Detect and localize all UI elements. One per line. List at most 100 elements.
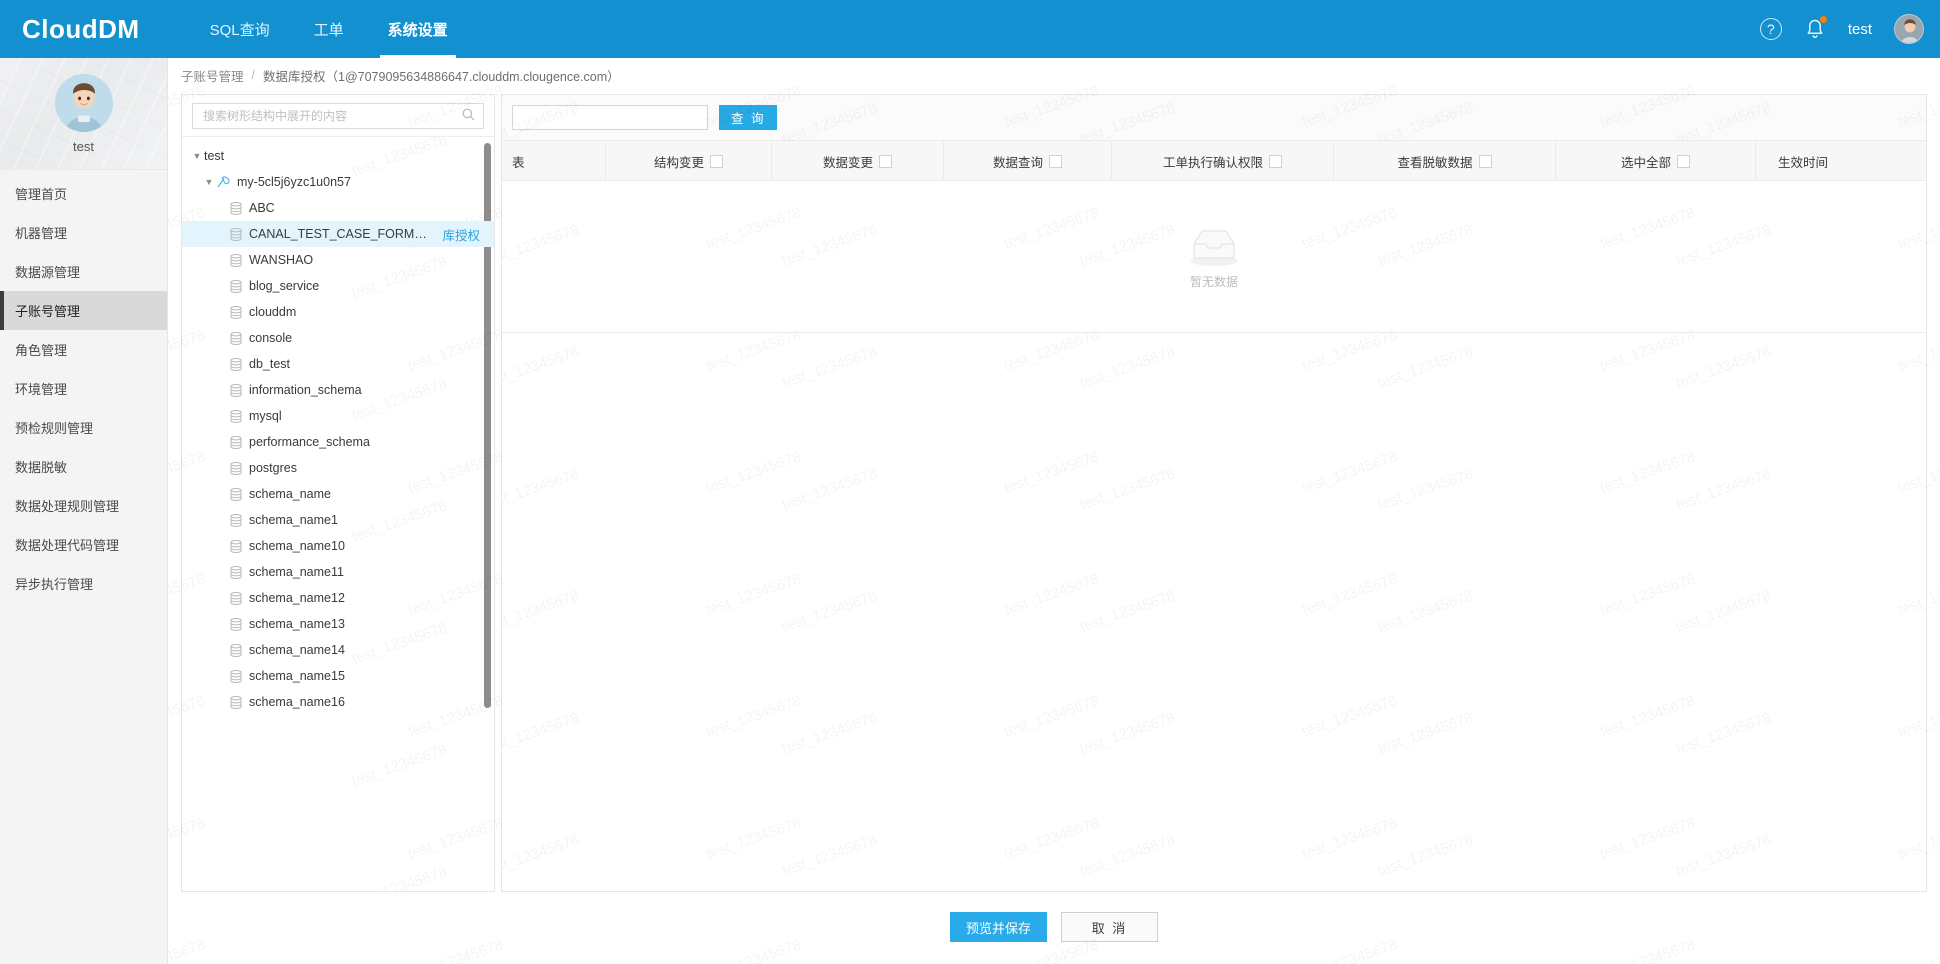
tree-node-label: WANSHAO	[249, 253, 314, 267]
tree-node-database[interactable]: schema_name12	[182, 585, 494, 611]
sidebar-item-subaccount[interactable]: 子账号管理	[0, 291, 167, 330]
query-button[interactable]: 查 询	[719, 105, 778, 130]
table-header-cell: 数据查询	[944, 141, 1112, 181]
tree-node-database[interactable]: blog_service	[182, 273, 494, 299]
tab-sql-query-label: SQL查询	[209, 21, 270, 39]
cancel-button[interactable]: 取 消	[1061, 912, 1158, 942]
tree-node-database[interactable]: WANSHAO	[182, 247, 494, 273]
breadcrumb-parent[interactable]: 子账号管理	[181, 66, 244, 85]
table-header-label: 查看脱敏数据	[1397, 155, 1473, 170]
tree-node-database[interactable]: schema_name10	[182, 533, 494, 559]
tree-node-database[interactable]: schema_name1	[182, 507, 494, 533]
tree-node-database[interactable]: CANAL_TEST_CASE_FORM… 库授权	[182, 221, 494, 247]
sidebar-avatar[interactable]	[54, 73, 113, 132]
sidebar-item-machine[interactable]: 机器管理	[0, 213, 167, 252]
sidebar-item-dashboard[interactable]: 管理首页	[0, 174, 167, 213]
tab-work-order-label: 工单	[313, 21, 344, 39]
table-filter-input[interactable]	[512, 105, 708, 130]
database-icon	[230, 435, 242, 449]
breadcrumb: 子账号管理 / 数据库授权（1@7079095634886647.clouddm…	[168, 58, 1940, 92]
table-header-label: 数据查询	[992, 155, 1043, 170]
sidebar-item-async-exec[interactable]: 异步执行管理	[0, 564, 167, 603]
database-icon	[230, 357, 242, 371]
sidebar-username: test	[73, 138, 94, 154]
grant-database-permission-link[interactable]: 库授权	[442, 225, 480, 244]
table-filter-bar: 查 询	[502, 95, 1926, 141]
tree-node-database[interactable]: performance_schema	[182, 429, 494, 455]
table-header-cell: 结构变更	[606, 141, 772, 181]
notification-dot	[1819, 16, 1827, 23]
select-all-checkbox[interactable]	[879, 154, 892, 168]
tree-node-database[interactable]: clouddm	[182, 299, 494, 325]
sidebar-item-label: 预检规则管理	[15, 421, 94, 436]
database-icon	[230, 461, 242, 475]
database-icon	[230, 513, 242, 527]
tree-node-database[interactable]: schema_name15	[182, 663, 494, 689]
avatar[interactable]	[1894, 14, 1924, 44]
sidebar-item-data-code[interactable]: 数据处理代码管理	[0, 525, 167, 564]
sidebar-item-data-rule[interactable]: 数据处理规则管理	[0, 486, 167, 525]
database-icon	[230, 253, 242, 267]
tree-node-database[interactable]: db_test	[182, 351, 494, 377]
sidebar-item-precheck-rule[interactable]: 预检规则管理	[0, 408, 167, 447]
tree-node-label: schema_name11	[249, 565, 344, 579]
sidebar-item-datasource[interactable]: 数据源管理	[0, 252, 167, 291]
sidebar-item-label: 环境管理	[15, 382, 68, 397]
tree-node-database[interactable]: console	[182, 325, 494, 351]
app-logo[interactable]: CloudDM	[22, 14, 140, 45]
select-all-checkbox[interactable]	[1269, 154, 1282, 168]
tree-node-database[interactable]: schema_name13	[182, 611, 494, 637]
logo-cloud-text: Cloud	[22, 13, 99, 44]
sidebar-item-environment[interactable]: 环境管理	[0, 369, 167, 408]
select-all-checkbox[interactable]	[1049, 154, 1062, 168]
table-body: 暂无数据	[502, 181, 1926, 891]
select-all-checkbox[interactable]	[1677, 154, 1690, 168]
save-button[interactable]: 预览并保存	[950, 912, 1047, 942]
top-header-bar: CloudDM SQL查询 工单 系统设置 ? test	[0, 0, 1940, 58]
sidebar-item-role[interactable]: 角色管理	[0, 330, 167, 369]
tree-node-database[interactable]: mysql	[182, 403, 494, 429]
tab-sql-query[interactable]: SQL查询	[188, 0, 292, 58]
help-icon[interactable]: ?	[1759, 18, 1782, 40]
tree-node-database[interactable]: schema_name14	[182, 637, 494, 663]
tree-node-root[interactable]: ▼ test	[182, 143, 494, 169]
tree-node-connection[interactable]: ▼ my-5cl5j6yzc1u0n57	[182, 169, 494, 195]
header-actions: ? test	[1759, 14, 1924, 44]
sidebar-item-data-masking[interactable]: 数据脱敏	[0, 447, 167, 486]
empty-inbox-icon	[1190, 229, 1238, 266]
tree-node-database[interactable]: schema_name16	[182, 689, 494, 715]
logo-dm-text: DM	[98, 13, 140, 44]
database-icon	[230, 331, 242, 345]
table-header-cell: 数据变更	[772, 141, 944, 181]
connection-icon	[217, 176, 230, 188]
database-tree-panel: test_12345678test_12345678test_12345678t…	[181, 94, 495, 892]
select-all-checkbox[interactable]	[1478, 154, 1492, 168]
tab-system-settings[interactable]: 系统设置	[366, 0, 470, 58]
table-header-label: 工单执行确认权限	[1162, 155, 1263, 170]
select-all-checkbox[interactable]	[710, 154, 723, 168]
search-input-wrapper[interactable]	[192, 102, 484, 129]
tree-node-database[interactable]: ABC	[182, 195, 494, 221]
tree-node-database[interactable]: schema_name11	[182, 559, 494, 585]
tree-node-database[interactable]: schema_name	[182, 481, 494, 507]
search-icon[interactable]	[462, 108, 475, 124]
database-icon	[230, 201, 242, 215]
sidebar-menu: 管理首页 机器管理 数据源管理 子账号管理 角色管理 环境管理 预检规则管理 数…	[0, 170, 167, 603]
notification-bell-icon[interactable]	[1804, 16, 1827, 41]
tab-work-order[interactable]: 工单	[292, 0, 366, 58]
tree-node-label: schema_name10	[249, 539, 345, 553]
tree-node-label: db_test	[249, 357, 291, 371]
table-header-cell: 表	[502, 141, 606, 181]
search-input[interactable]	[201, 107, 458, 124]
database-tree[interactable]: test_12345678test_12345678test_12345678t…	[182, 137, 494, 891]
header-username[interactable]: test	[1848, 21, 1872, 38]
tree-node-database[interactable]: postgres	[182, 455, 494, 481]
chevron-down-icon[interactable]: ▼	[202, 177, 216, 187]
chevron-down-icon[interactable]: ▼	[190, 151, 204, 161]
empty-state-text: 暂无数据	[1189, 274, 1238, 289]
tree-node-database[interactable]: information_schema	[182, 377, 494, 403]
database-icon	[230, 227, 242, 241]
tree-node-label: schema_name13	[249, 617, 345, 631]
database-icon	[230, 591, 242, 605]
database-icon	[230, 279, 242, 293]
